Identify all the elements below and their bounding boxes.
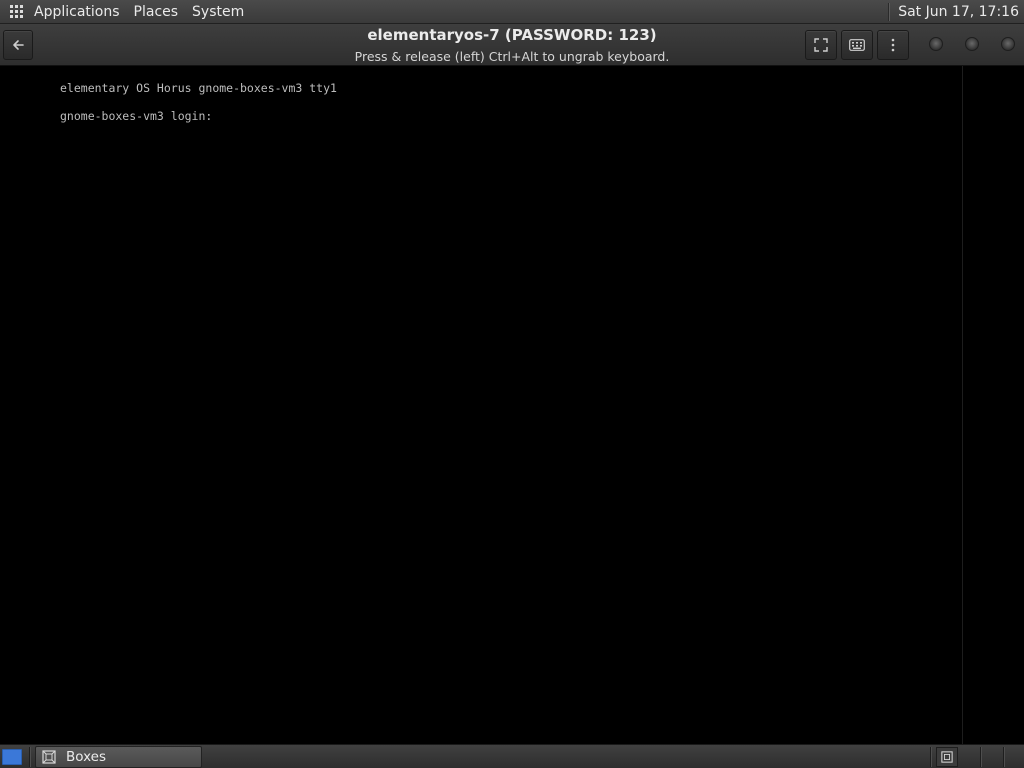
console-line-banner: elementary OS Horus gnome-boxes-vm3 tty1 — [60, 81, 337, 95]
bottom-panel: Boxes — [0, 744, 1024, 768]
back-button[interactable] — [3, 30, 33, 60]
panel-separator — [930, 747, 932, 767]
apps-grid-icon[interactable] — [10, 4, 24, 19]
keyboard-icon — [849, 39, 865, 51]
taskbar-item-boxes[interactable]: Boxes — [35, 746, 202, 768]
header-bar: elementaryos-7 (PASSWORD: 123) Press & r… — [0, 24, 1024, 66]
boxes-app-icon — [42, 750, 56, 764]
fullscreen-button[interactable] — [805, 30, 837, 60]
panel-separator — [29, 747, 31, 767]
close-button[interactable] — [1001, 37, 1015, 51]
clock[interactable]: Sat Jun 17, 17:16 — [898, 4, 1019, 20]
back-arrow-icon — [13, 40, 24, 50]
panel-separator — [1003, 747, 1005, 767]
boxes-app-icon — [941, 751, 953, 763]
tray-boxes-icon[interactable] — [936, 747, 958, 767]
window-title: elementaryos-7 (PASSWORD: 123) — [367, 26, 657, 44]
menu-places[interactable]: Places — [134, 4, 179, 20]
menu-applications[interactable]: Applications — [34, 4, 120, 20]
maximize-button[interactable] — [965, 37, 979, 51]
fullscreen-icon — [814, 38, 828, 52]
more-vertical-icon — [891, 38, 895, 52]
menu-button[interactable] — [877, 30, 909, 60]
menu-system[interactable]: System — [192, 4, 244, 20]
top-panel: Applications Places System Sat Jun 17, 1… — [0, 0, 1024, 24]
console-right-margin — [962, 66, 1024, 744]
panel-separator — [888, 2, 891, 21]
console-line-login-prompt: gnome-boxes-vm3 login: — [60, 109, 213, 123]
vm-console[interactable]: elementary OS Horus gnome-boxes-vm3 tty1… — [0, 66, 962, 744]
panel-separator — [980, 747, 982, 767]
window-subtitle: Press & release (left) Ctrl+Alt to ungra… — [354, 49, 670, 64]
show-desktop-icon[interactable] — [2, 749, 22, 765]
keyboard-button[interactable] — [841, 30, 873, 60]
minimize-button[interactable] — [929, 37, 943, 51]
taskbar-item-label: Boxes — [66, 749, 107, 765]
